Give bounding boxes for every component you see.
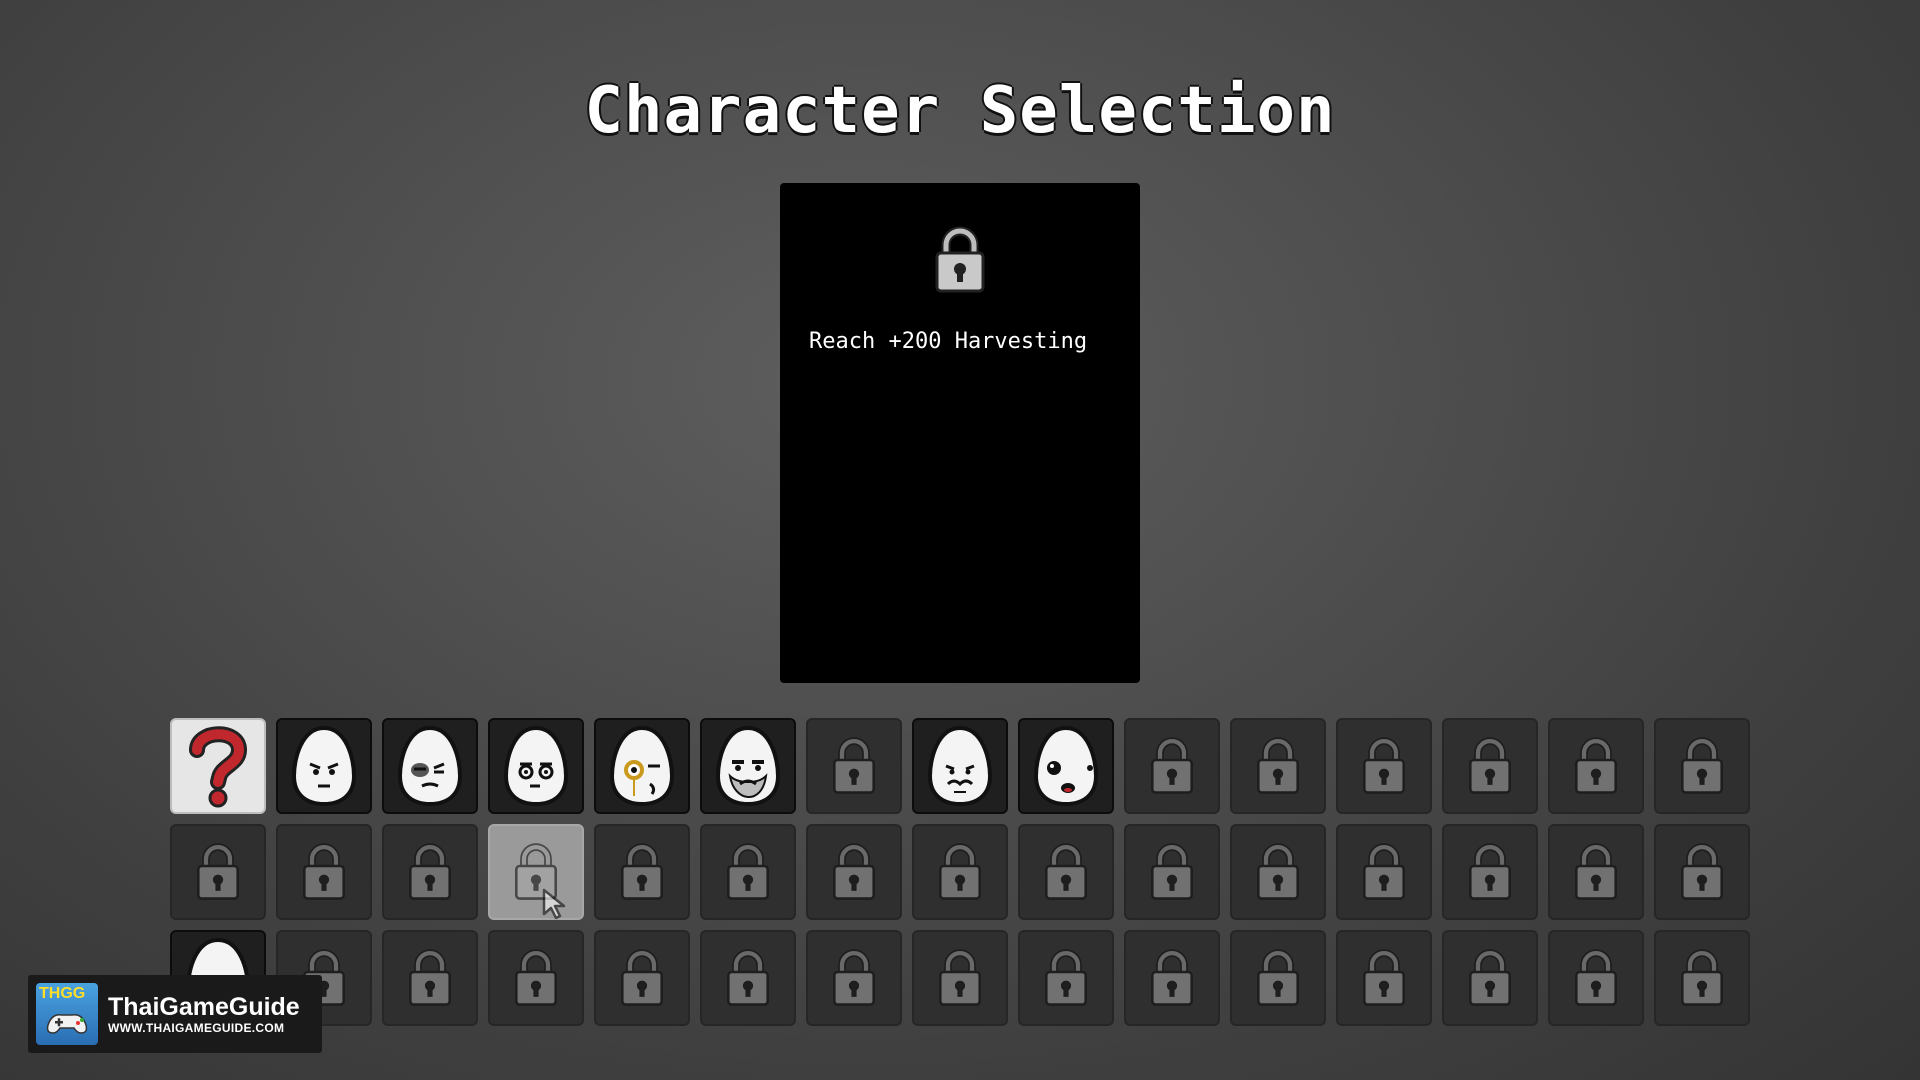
dot-eyes-egg-face-icon [1030,724,1102,808]
locked-character-slot[interactable] [806,718,902,814]
locked-character-slot[interactable] [1548,824,1644,920]
locked-character-slot[interactable] [1336,718,1432,814]
lock-icon [1573,736,1619,796]
lock-icon [1679,842,1725,902]
question-mark-icon [185,724,251,808]
lock-icon [407,842,453,902]
gamepad-logo-icon: THGG [36,983,98,1045]
lock-icon [937,948,983,1008]
frown-egg-face-icon [288,724,360,808]
lock-icon [1361,842,1407,902]
lock-icon [1573,842,1619,902]
character-info-panel: Reach +200 Harvesting [780,183,1140,683]
lock-icon [725,842,771,902]
locked-character-slot[interactable] [594,824,690,920]
character-grid [170,718,1750,1026]
lock-icon [407,948,453,1008]
lock-icon [1043,948,1089,1008]
lock-icon [1361,948,1407,1008]
character-slot[interactable] [912,718,1008,814]
character-slot[interactable] [594,718,690,814]
locked-character-slot[interactable] [1336,930,1432,1026]
locked-character-slot[interactable] [1230,824,1326,920]
watermark: THGG ThaiGameGuide WWW.THAIGAMEGUIDE.COM [28,975,322,1053]
bruised-egg-face-icon [394,724,466,808]
monocle-egg-face-icon [606,724,678,808]
locked-character-slot[interactable] [1442,718,1538,814]
character-slot[interactable] [276,718,372,814]
locked-character-slot[interactable] [488,824,584,920]
locked-character-slot[interactable] [1230,718,1326,814]
locked-character-slot[interactable] [1442,930,1538,1026]
lock-icon [619,842,665,902]
character-slot[interactable] [382,718,478,814]
locked-character-slot[interactable] [276,824,372,920]
lock-icon [1467,842,1513,902]
lock-icon [831,842,877,902]
mustache-egg-face-icon [924,724,996,808]
lock-icon [831,948,877,1008]
lock-icon [1149,736,1195,796]
mouse-cursor-icon [542,888,570,920]
locked-character-slot[interactable] [1654,824,1750,920]
lock-icon [725,948,771,1008]
locked-character-slot[interactable] [1548,718,1644,814]
unlock-requirement-text: Reach +200 Harvesting [809,329,1088,354]
lock-icon [1149,842,1195,902]
locked-character-slot[interactable] [170,824,266,920]
lock-icon [195,842,241,902]
lock-icon [1255,736,1301,796]
lock-icon [1255,842,1301,902]
lock-icon [937,842,983,902]
character-slot[interactable] [700,718,796,814]
locked-character-slot[interactable] [1654,930,1750,1026]
glasses-egg-face-icon [500,724,572,808]
lock-icon [513,948,559,1008]
random-character-slot[interactable] [170,718,266,814]
locked-character-slot[interactable] [1124,718,1220,814]
lock-icon [1467,736,1513,796]
lock-icon [1679,736,1725,796]
locked-character-slot[interactable] [594,930,690,1026]
locked-character-slot[interactable] [1336,824,1432,920]
locked-character-slot[interactable] [806,930,902,1026]
page-title: Character Selection [584,74,1336,148]
lock-icon [1573,948,1619,1008]
locked-character-slot[interactable] [1124,930,1220,1026]
watermark-url: WWW.THAIGAMEGUIDE.COM [108,1021,285,1035]
lock-icon [1467,948,1513,1008]
lock-icon [1679,948,1725,1008]
locked-character-slot[interactable] [1124,824,1220,920]
locked-character-slot[interactable] [1548,930,1644,1026]
locked-character-slot[interactable] [382,930,478,1026]
locked-character-slot[interactable] [1018,824,1114,920]
locked-character-slot[interactable] [488,930,584,1026]
locked-character-slot[interactable] [1018,930,1114,1026]
lock-icon [301,842,347,902]
locked-character-slot[interactable] [912,930,1008,1026]
locked-character-slot[interactable] [806,824,902,920]
lock-icon [934,225,986,295]
character-slot[interactable] [1018,718,1114,814]
locked-character-slot[interactable] [1442,824,1538,920]
lock-icon [619,948,665,1008]
lock-icon [1043,842,1089,902]
character-slot[interactable] [488,718,584,814]
locked-character-slot[interactable] [1654,718,1750,814]
bearded-egg-face-icon [712,724,784,808]
locked-character-slot[interactable] [382,824,478,920]
lock-icon [1255,948,1301,1008]
watermark-name: ThaiGameGuide [108,993,300,1021]
locked-character-slot[interactable] [700,824,796,920]
locked-character-slot[interactable] [1230,930,1326,1026]
lock-icon [1149,948,1195,1008]
locked-character-slot[interactable] [912,824,1008,920]
locked-character-slot[interactable] [700,930,796,1026]
lock-icon [1361,736,1407,796]
lock-icon [831,736,877,796]
